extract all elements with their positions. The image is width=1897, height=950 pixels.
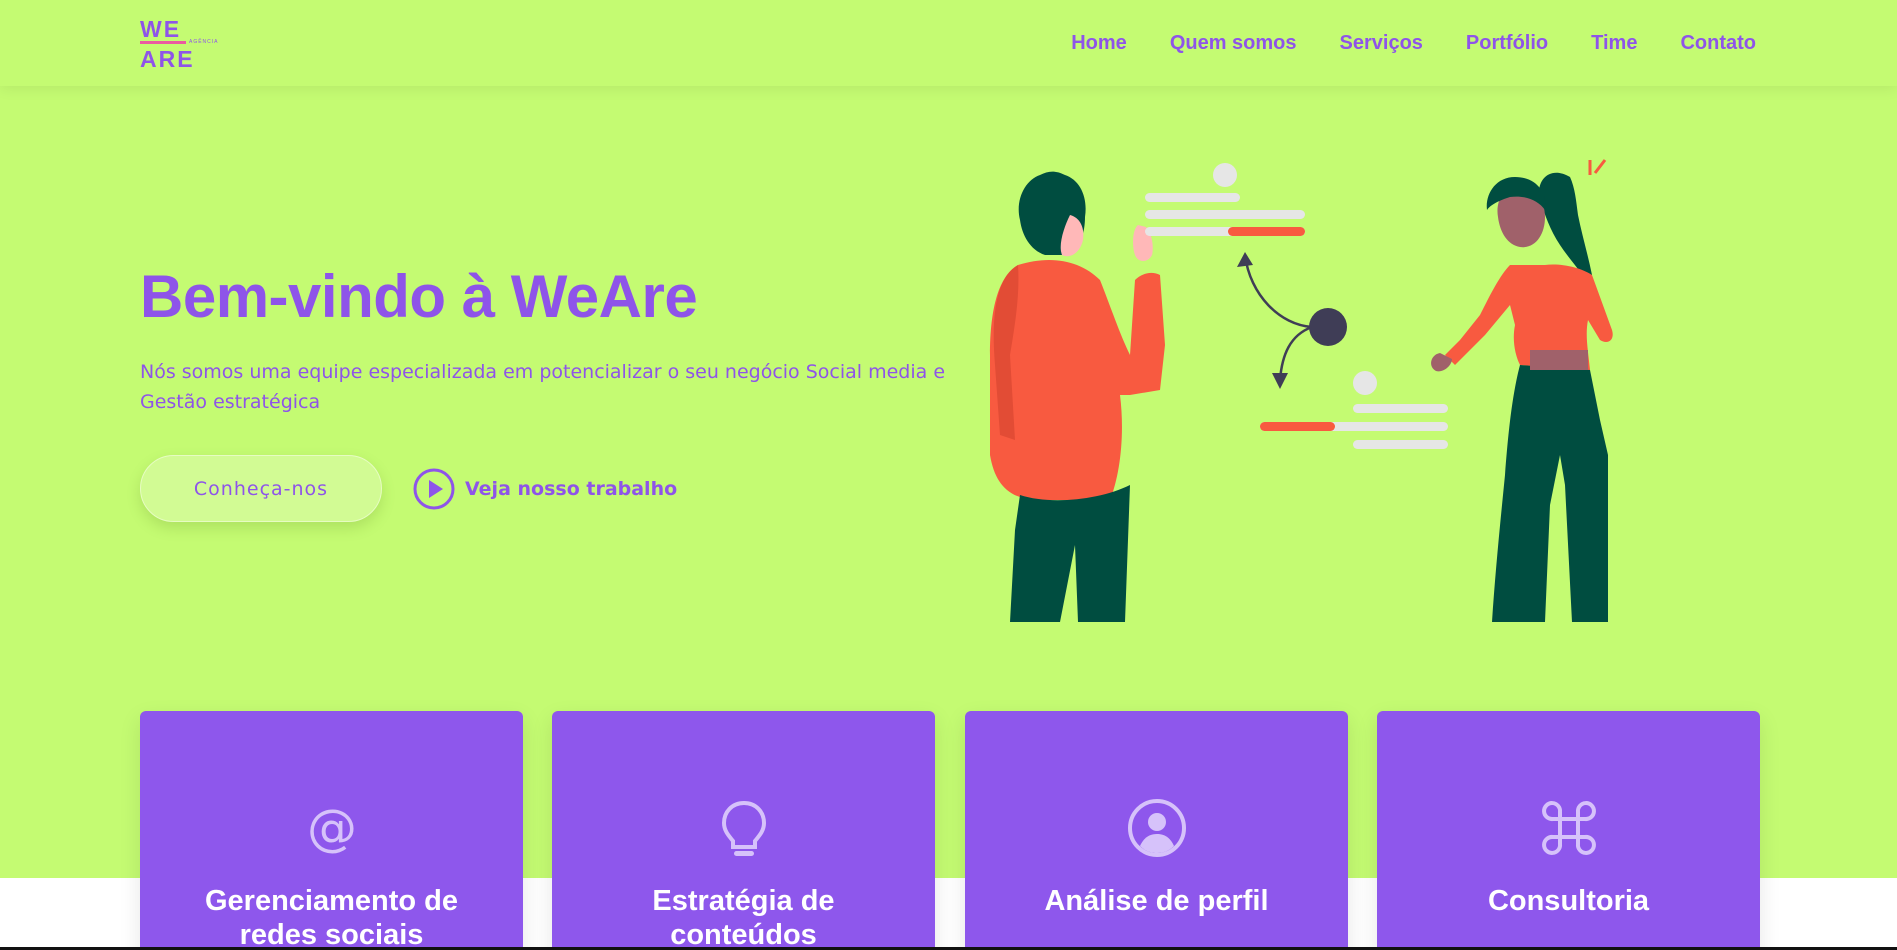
watch-work-link[interactable]: Veja nosso trabalho <box>413 468 677 510</box>
service-card-consulting[interactable]: Consultoria <box>1377 711 1760 950</box>
service-card-title: Estratégia de conteúdos <box>652 885 835 950</box>
logo[interactable]: WE AGÊNCIA ARE <box>140 16 230 72</box>
service-card-title: Consultoria <box>1487 885 1650 917</box>
at-sign-icon: @ <box>301 797 363 859</box>
logo-divider <box>140 41 186 44</box>
hero-illustration <box>990 159 1613 622</box>
nav-link-servicos[interactable]: Serviços <box>1340 32 1423 55</box>
lightbulb-icon <box>713 797 775 859</box>
page: WE AGÊNCIA ARE Home Quem somos Serviços … <box>0 0 1897 950</box>
main-nav: Home Quem somos Serviços Portfólio Time … <box>1028 0 1756 86</box>
card-top <box>1145 163 1305 236</box>
logo-line1: WE <box>140 16 182 42</box>
command-icon <box>1538 797 1600 859</box>
card-bottom <box>1260 371 1448 449</box>
svg-text:@: @ <box>307 799 357 857</box>
play-icon <box>413 468 455 510</box>
service-card-title: Gerenciamento de redes sociais <box>204 885 459 950</box>
logo-line2: ARE <box>140 46 195 72</box>
nav-link-time[interactable]: Time <box>1591 32 1637 55</box>
hero-title: Bem-vindo à WeAre <box>140 263 698 330</box>
nav-link-contato[interactable]: Contato <box>1680 32 1756 55</box>
nav-link-portfolio[interactable]: Portfólio <box>1466 32 1548 55</box>
watch-work-label: Veja nosso trabalho <box>465 478 678 500</box>
service-card-title: Análise de perfil <box>1044 885 1269 917</box>
conheca-nos-button[interactable]: Conheça-nos <box>140 455 382 522</box>
hero-description-line1: Nós somos uma equipe especializada em po… <box>140 361 946 383</box>
nav-link-quem-somos[interactable]: Quem somos <box>1170 32 1297 55</box>
hero-description-line2: Gestão estratégica <box>140 391 321 413</box>
woman-figure <box>1431 159 1613 622</box>
logo-tagline: AGÊNCIA <box>189 39 219 45</box>
nav-link-home[interactable]: Home <box>1071 32 1127 55</box>
service-card-profile-analysis[interactable]: Análise de perfil <box>965 711 1348 950</box>
site-header: WE AGÊNCIA ARE Home Quem somos Serviços … <box>0 0 1897 86</box>
man-figure <box>990 171 1165 622</box>
hero-description: Nós somos uma equipe especializada em po… <box>140 357 946 417</box>
user-circle-icon <box>1126 797 1188 859</box>
service-card-content-strategy[interactable]: Estratégia de conteúdos <box>552 711 935 950</box>
service-card-social-media[interactable]: @ Gerenciamento de redes sociais <box>140 711 523 950</box>
arrows <box>1237 252 1347 389</box>
